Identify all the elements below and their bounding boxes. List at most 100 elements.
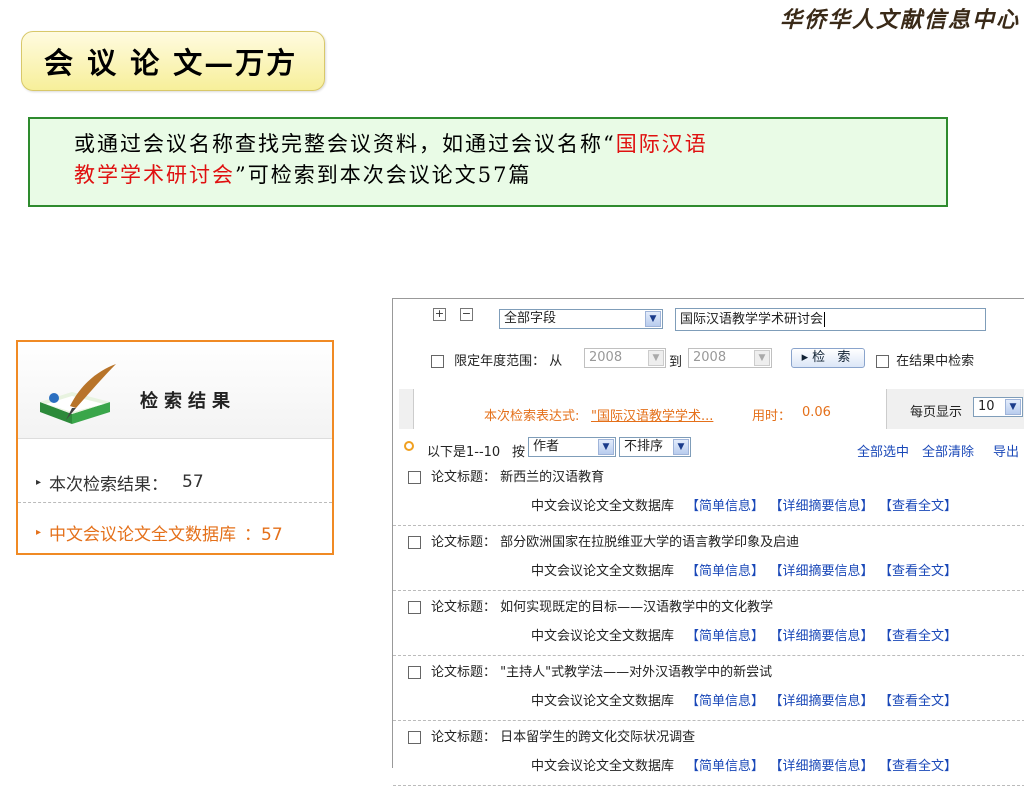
sort-order-select[interactable]: 不排序 ▼ xyxy=(619,437,691,457)
expression-tab: 本次检索表达式: "国际汉语教学学术... 用时： 0.06 xyxy=(413,389,887,429)
result-title-label: 论文标题： xyxy=(431,600,497,615)
elapsed-label: 用时： xyxy=(752,409,792,424)
result-source-line: 中文会议论文全文数据库 【简单信息】 【详细摘要信息】 【查看全文】 xyxy=(531,690,969,709)
search-input-value: 国际汉语教学学术研讨会 xyxy=(680,312,824,327)
search-in-results-checkbox[interactable] xyxy=(876,355,889,368)
to-label: 到 xyxy=(669,355,683,370)
per-page-value: 10 xyxy=(978,399,995,414)
arrow-right-icon: ▸ xyxy=(36,526,42,538)
full-text-link[interactable]: 【查看全文】 xyxy=(886,694,958,709)
year-range-checkbox[interactable] xyxy=(431,355,444,368)
brief-info-link[interactable]: 【简单信息】 xyxy=(686,694,764,709)
search-in-results-group: 在结果中检索 xyxy=(876,350,974,369)
per-page-select[interactable]: 10 ▼ xyxy=(973,397,1023,417)
brief-info-link[interactable]: 【简单信息】 xyxy=(686,759,764,774)
chevron-down-icon: ▼ xyxy=(1005,399,1021,415)
year-range-label: 限定年度范围： 从 xyxy=(454,354,563,369)
field-select-value: 全部字段 xyxy=(504,311,557,326)
chevron-down-icon: ▼ xyxy=(645,311,661,327)
chevron-down-icon: ▼ xyxy=(598,439,614,455)
list-item: 论文标题： 日本留学生的跨文化交际状况调查中文会议论文全文数据库 【简单信息】 【详… xyxy=(393,721,1024,786)
circle-icon xyxy=(404,441,414,451)
minus-icon[interactable]: − xyxy=(460,308,473,321)
year-to-select[interactable]: 2008 ▼ xyxy=(688,348,772,368)
result-list: 论文标题： 新西兰的汉语教育 中文会议论文全文数据库 【简单信息】 【详细摘要信息】【… xyxy=(393,461,1024,786)
result-source-line: 中文会议论文全文数据库 【简单信息】 【详细摘要信息】 【查看全文】 xyxy=(531,495,969,514)
plus-icon[interactable]: + xyxy=(433,308,446,321)
result-panel-header: 检索结果 xyxy=(18,342,332,439)
result-source-line: 中文会议论文全文数据库 【简单信息】 【详细摘要信息】 【查看全文】 xyxy=(531,755,969,774)
result-title[interactable]: 日本留学生的跨文化交际状况调查 xyxy=(500,730,695,745)
search-result-panel: 检索结果 ▸ 本次检索结果： 57 ▸ 中文会议论文全文数据库 ：57 xyxy=(16,340,334,555)
result-checkbox[interactable] xyxy=(408,666,421,679)
expression-bar: 本次检索表达式: "国际汉语教学学术... 用时： 0.06 每页显示 10 ▼ xyxy=(399,389,1024,429)
current-result-count: 57 xyxy=(182,472,204,492)
book-quill-icon xyxy=(40,364,116,424)
expression-link[interactable]: "国际汉语教学学术... xyxy=(591,405,713,424)
result-checkbox[interactable] xyxy=(408,731,421,744)
result-panel-title: 检索结果 xyxy=(140,391,236,412)
select-all-link[interactable]: 全部选中 xyxy=(857,441,909,460)
page-title-text: 会 议 论 文—万方 xyxy=(44,46,298,80)
elapsed-value: 0.06 xyxy=(802,405,831,420)
list-item: 论文标题： 部分欧洲国家在拉脱维亚大学的语言教学印象及启迪 中文会议论文全文数据库… xyxy=(393,526,1024,591)
current-result-label: 本次检索结果： xyxy=(49,474,169,495)
detail-info-link[interactable]: 【详细摘要信息】 xyxy=(776,629,874,644)
info-text-1: 或通过会议名称查找完整会议资料，如通过会议名称“ xyxy=(74,132,616,156)
result-title[interactable]: 新西兰的汉语教育 xyxy=(500,470,604,485)
conference-db-count: ：57 xyxy=(244,524,283,545)
result-source-line: 中文会议论文全文数据库 【简单信息】 【详细摘要信息】 【查看全文】 xyxy=(531,560,969,579)
field-select[interactable]: 全部字段 ▼ xyxy=(499,309,663,329)
result-title-line: 论文标题： 日本留学生的跨文化交际状况调查 xyxy=(408,726,695,745)
result-title-line: 论文标题： "主持人"式教学法——对外汉语教学中的新尝试 xyxy=(408,661,772,680)
detail-info-link[interactable]: 【详细摘要信息】 xyxy=(776,499,874,514)
conference-db-result-item[interactable]: ▸ 中文会议论文全文数据库 ：57 xyxy=(18,512,332,552)
result-title[interactable]: 如何实现既定的目标——汉语教学中的文化教学 xyxy=(500,600,773,615)
detail-info-link[interactable]: 【详细摘要信息】 xyxy=(776,694,874,709)
result-title-label: 论文标题： xyxy=(431,470,497,485)
list-item: 论文标题： 如何实现既定的目标——汉语教学中的文化教学中文会议论文全文数据库 【简… xyxy=(393,591,1024,656)
full-text-link[interactable]: 【查看全文】 xyxy=(886,499,958,514)
result-title-label: 论文标题： xyxy=(431,665,497,680)
result-title[interactable]: "主持人"式教学法——对外汉语教学中的新尝试 xyxy=(500,665,772,680)
year-range-group: 限定年度范围： 从 xyxy=(431,350,562,369)
year-from-select[interactable]: 2008 ▼ xyxy=(584,348,666,368)
sort-by-label: 按 xyxy=(512,445,526,460)
result-title-line: 论文标题： 如何实现既定的目标——汉语教学中的文化教学 xyxy=(408,596,773,615)
full-text-link[interactable]: 【查看全文】 xyxy=(886,759,958,774)
result-checkbox[interactable] xyxy=(408,471,421,484)
detail-info-link[interactable]: 【详细摘要信息】 xyxy=(776,759,874,774)
result-source: 中文会议论文全文数据库 xyxy=(531,499,675,514)
info-highlight-2: 教学学术研讨会 xyxy=(74,163,235,187)
clear-all-link[interactable]: 全部清除 xyxy=(922,441,974,460)
result-source-line: 中文会议论文全文数据库 【简单信息】 【详细摘要信息】 【查看全文】 xyxy=(531,625,969,644)
result-title[interactable]: 部分欧洲国家在拉脱维亚大学的语言教学印象及启迪 xyxy=(500,535,799,550)
brief-info-link[interactable]: 【简单信息】 xyxy=(686,629,764,644)
expression-label: 本次检索表达式: xyxy=(484,409,580,424)
search-button[interactable]: ▸检 索 xyxy=(791,348,865,368)
page-title: 会 议 论 文—万方 xyxy=(21,31,325,91)
brief-info-link[interactable]: 【简单信息】 xyxy=(686,499,764,514)
export-link[interactable]: 导出 xyxy=(993,441,1019,460)
full-text-link[interactable]: 【查看全文】 xyxy=(886,629,958,644)
full-text-link[interactable]: 【查看全文】 xyxy=(886,564,958,579)
result-checkbox[interactable] xyxy=(408,536,421,549)
chevron-down-icon: ▼ xyxy=(673,439,689,455)
result-source: 中文会议论文全文数据库 xyxy=(531,564,675,579)
result-source: 中文会议论文全文数据库 xyxy=(531,759,675,774)
result-toolbar: 以下是1--10 按 作者 ▼ 不排序 ▼ 全部选中 全部清除 导出 xyxy=(393,437,1024,461)
info-text-2: ”可检索到本次会议论文57篇 xyxy=(235,163,532,187)
brief-info-link[interactable]: 【简单信息】 xyxy=(686,564,764,579)
chevron-down-icon: ▼ xyxy=(648,350,664,366)
result-source: 中文会议论文全文数据库 xyxy=(531,629,675,644)
range-text: 以下是1--10 xyxy=(427,445,501,460)
current-search-result-item[interactable]: ▸ 本次检索结果： 57 xyxy=(18,462,332,503)
sort-field-select[interactable]: 作者 ▼ xyxy=(528,437,616,457)
search-input[interactable]: 国际汉语教学学术研讨会 xyxy=(675,308,986,331)
sort-order-value: 不排序 xyxy=(624,439,664,454)
result-checkbox[interactable] xyxy=(408,601,421,614)
sort-field-value: 作者 xyxy=(533,439,560,454)
detail-info-link[interactable]: 【详细摘要信息】 xyxy=(776,564,874,579)
search-interface: + − 全部字段 ▼ 国际汉语教学学术研讨会 限定年度范围： 从 2008 ▼ … xyxy=(392,298,1024,786)
result-source: 中文会议论文全文数据库 xyxy=(531,694,675,709)
